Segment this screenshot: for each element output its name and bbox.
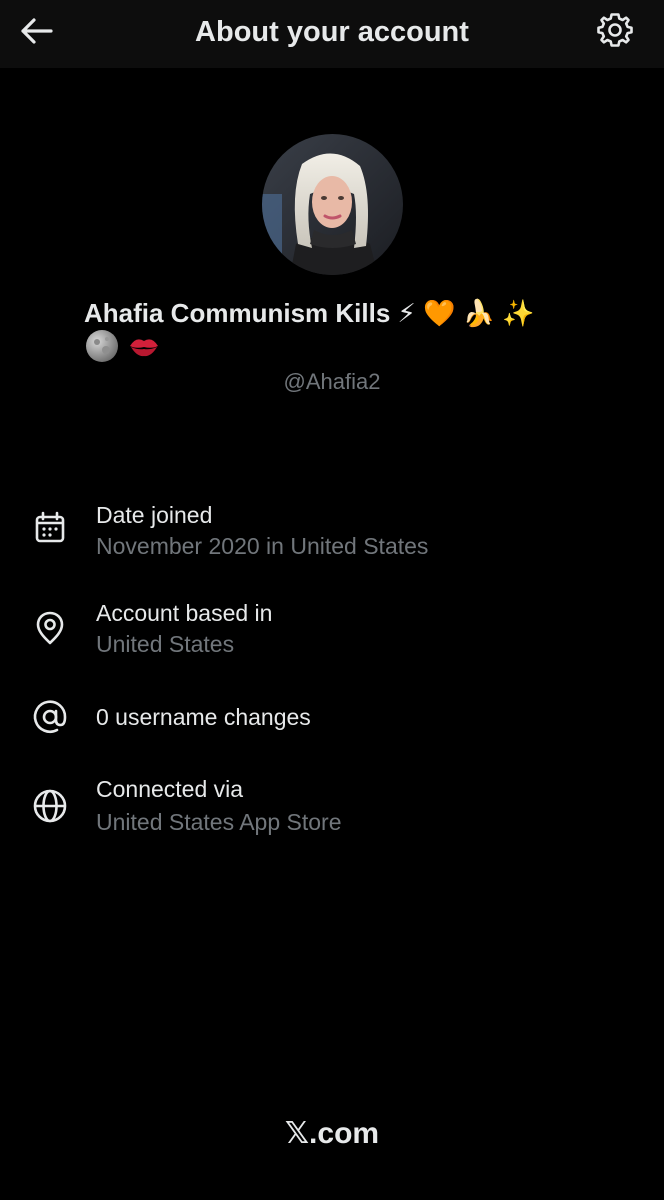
at-sign-icon	[30, 697, 70, 737]
connected-via-label: Connected via	[96, 776, 244, 802]
date-joined-value: November 2020 in United States	[96, 533, 429, 559]
date-joined-label: Date joined	[96, 502, 213, 528]
calendar-icon	[30, 508, 70, 548]
gear-icon	[596, 11, 634, 54]
moon-coin-emoji	[84, 328, 120, 369]
display-name-emoji-row	[84, 328, 160, 369]
kiss-mark-emoji	[128, 332, 160, 365]
username-handle: @Ahafia2	[283, 369, 381, 394]
brand-footer[interactable]: 𝕏.com	[0, 1114, 664, 1154]
account-based-in-value: United States	[96, 631, 235, 657]
connected-via-value: United States App Store	[96, 809, 342, 835]
account-based-in-label: Account based in	[96, 600, 273, 626]
settings-button[interactable]	[592, 9, 638, 55]
avatar[interactable]	[262, 134, 403, 275]
globe-icon	[30, 786, 70, 826]
display-name: Ahafia Communism Kills ⚡ 🧡 🍌 ✨	[84, 298, 535, 328]
page-title: About your account	[195, 16, 469, 48]
top-bar: About your account	[0, 0, 664, 68]
location-pin-icon	[30, 608, 70, 648]
username-changes-label: 0 username changes	[96, 704, 311, 730]
